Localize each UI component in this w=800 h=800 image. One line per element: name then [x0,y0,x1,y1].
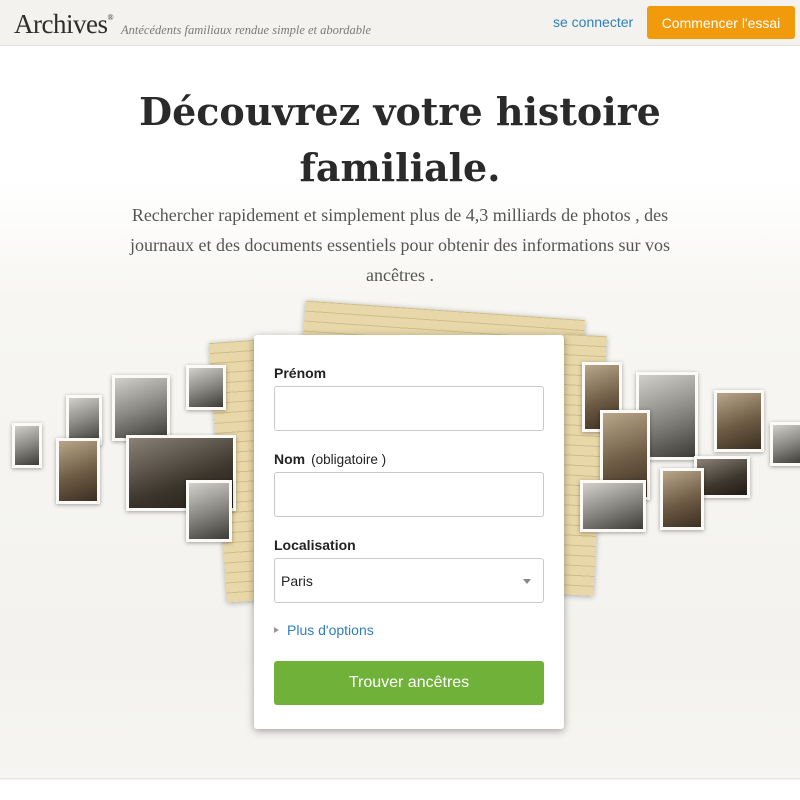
caret-right-icon [274,627,279,634]
search-form-card: Prénom Nom (obligatoire ) Localisation Pa… [254,335,564,729]
subtitle-line: journaux et des documents essentiels pou… [130,235,670,255]
subtitle-line: ancêtres . [366,265,434,285]
more-options-label: Plus d'options [287,622,374,638]
family-photo [770,422,800,466]
top-header: Archives® Antécédents familiaux rendue s… [0,0,800,46]
family-photo [186,365,226,410]
logo[interactable]: Archives® [14,9,114,40]
start-trial-button[interactable]: Commencer l'essai [647,6,795,39]
location-label: Localisation [274,537,356,553]
last-name-label: Nom (obligatoire ) [274,451,386,467]
find-ancestors-button[interactable]: Trouver ancêtres [274,661,544,705]
title-line: familiale. [299,145,501,190]
subtitle-line: Rechercher rapidement et simplement plus… [131,205,669,225]
family-photo [56,438,100,504]
hero-subtitle: Rechercher rapidement et simplement plus… [95,200,705,290]
family-photo [186,480,232,542]
family-photo [580,480,646,532]
login-link[interactable]: se connecter [553,14,633,30]
chevron-down-icon [523,579,531,584]
page-title: Découvrez votre histoire familiale. [0,84,800,196]
registered-mark: ® [107,13,114,22]
first-name-label: Prénom [274,365,327,381]
family-photo [660,468,704,530]
tagline: Antécédents familiaux rendue simple et a… [121,23,372,37]
location-select[interactable]: Paris [274,558,544,603]
divider [0,778,800,779]
title-line: Découvrez votre histoire [139,89,661,134]
location-selected-value: Paris [281,573,313,589]
more-options-link[interactable]: Plus d'options [274,622,374,638]
last-name-label-text: Nom [274,451,306,467]
first-name-input[interactable] [274,386,544,431]
family-photo [112,375,170,441]
family-photo [12,423,42,468]
last-name-input[interactable] [274,472,544,517]
required-hint: (obligatoire ) [311,452,387,467]
family-photo [714,390,764,452]
